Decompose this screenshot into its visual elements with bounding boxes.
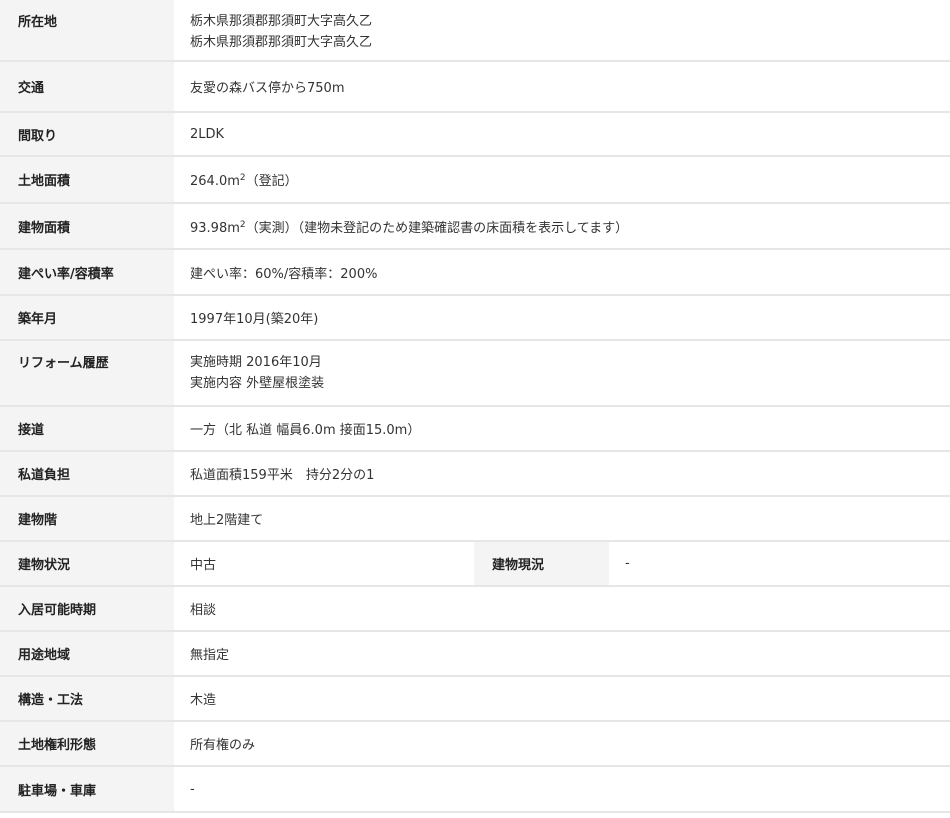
value-land-rights: 所有権のみ bbox=[174, 721, 950, 767]
row-floors: 建物階 地上2階建て bbox=[0, 496, 950, 542]
label-road-access: 接道 bbox=[0, 406, 174, 452]
value-structure: 木造 bbox=[174, 676, 950, 722]
label-floor-plan: 間取り bbox=[0, 112, 174, 157]
renovation-line-1: 実施時期 2016年10月 bbox=[190, 355, 322, 370]
label-building-area: 建物面積 bbox=[0, 203, 174, 250]
row-building-condition: 建物状況 中古 建物現況 - bbox=[0, 541, 950, 587]
value-floor-plan: 2LDK bbox=[174, 112, 950, 157]
label-land-rights: 土地権利形態 bbox=[0, 721, 174, 767]
value-land-area: 264.0m2（登記） bbox=[174, 156, 950, 204]
value-building-area: 93.98m2（実測）（建物未登記のため建築確認書の床面積を表示してます） bbox=[174, 203, 950, 250]
label-location: 所在地 bbox=[0, 0, 174, 62]
land-area-note: （登記） bbox=[245, 174, 298, 189]
building-area-number: 93.98m bbox=[190, 220, 240, 236]
label-coverage-ratio: 建ぺい率/容積率 bbox=[0, 249, 174, 296]
value-building-current-status: - bbox=[609, 541, 950, 587]
row-renovation: リフォーム履歴 実施時期 2016年10月 実施内容 外壁屋根塗装 bbox=[0, 340, 950, 407]
row-move-in: 入居可能時期 相談 bbox=[0, 586, 950, 632]
location-line-2: 栃木県那須郡那須町大字高久乙 bbox=[190, 35, 373, 50]
label-zoning: 用途地域 bbox=[0, 631, 174, 677]
row-built-date: 築年月 1997年10月(築20年) bbox=[0, 295, 950, 341]
row-structure: 構造・工法 木造 bbox=[0, 676, 950, 722]
renovation-line-2: 実施内容 外壁屋根塗装 bbox=[190, 376, 325, 391]
land-area-number: 264.0m bbox=[190, 174, 240, 189]
label-renovation: リフォーム履歴 bbox=[0, 340, 174, 407]
row-zoning: 用途地域 無指定 bbox=[0, 631, 950, 677]
row-land-rights: 土地権利形態 所有権のみ bbox=[0, 721, 950, 767]
property-spec-table: 所在地 栃木県那須郡那須町大字高久乙 栃木県那須郡那須町大字高久乙 交通 友愛の… bbox=[0, 0, 950, 813]
label-building-current-status: 建物現況 bbox=[474, 541, 609, 587]
label-move-in: 入居可能時期 bbox=[0, 586, 174, 632]
row-road-access: 接道 一方（北 私道 幅員6.0m 接面15.0m） bbox=[0, 406, 950, 452]
row-land-area: 土地面積 264.0m2（登記） bbox=[0, 156, 950, 204]
value-parking: - bbox=[174, 766, 950, 813]
row-coverage-ratio: 建ぺい率/容積率 建ぺい率：60%/容積率：200% bbox=[0, 249, 950, 296]
label-parking: 駐車場・車庫 bbox=[0, 766, 174, 813]
label-structure: 構造・工法 bbox=[0, 676, 174, 722]
value-location: 栃木県那須郡那須町大字高久乙 栃木県那須郡那須町大字高久乙 bbox=[174, 0, 950, 62]
location-line-1: 栃木県那須郡那須町大字高久乙 bbox=[190, 14, 373, 29]
label-land-area: 土地面積 bbox=[0, 156, 174, 204]
value-private-road: 私道面積159平米 持分2分の1 bbox=[174, 451, 950, 497]
value-zoning: 無指定 bbox=[174, 631, 950, 677]
row-transport: 交通 友愛の森バス停から750m bbox=[0, 61, 950, 113]
label-built-date: 築年月 bbox=[0, 295, 174, 341]
value-built-date: 1997年10月(築20年) bbox=[174, 295, 950, 341]
value-floors: 地上2階建て bbox=[174, 496, 950, 542]
label-floors: 建物階 bbox=[0, 496, 174, 542]
row-parking: 駐車場・車庫 - bbox=[0, 766, 950, 813]
row-private-road: 私道負担 私道面積159平米 持分2分の1 bbox=[0, 451, 950, 497]
label-building-condition: 建物状況 bbox=[0, 541, 174, 587]
value-road-access: 一方（北 私道 幅員6.0m 接面15.0m） bbox=[174, 406, 950, 452]
value-transport: 友愛の森バス停から750m bbox=[174, 61, 950, 113]
building-area-note: （実測）（建物未登記のため建築確認書の床面積を表示してます） bbox=[245, 220, 629, 236]
row-building-area: 建物面積 93.98m2（実測）（建物未登記のため建築確認書の床面積を表示してま… bbox=[0, 203, 950, 250]
row-location: 所在地 栃木県那須郡那須町大字高久乙 栃木県那須郡那須町大字高久乙 bbox=[0, 0, 950, 62]
value-move-in: 相談 bbox=[174, 586, 950, 632]
value-coverage-ratio: 建ぺい率：60%/容積率：200% bbox=[174, 249, 950, 296]
value-renovation: 実施時期 2016年10月 実施内容 外壁屋根塗装 bbox=[174, 340, 950, 407]
row-floor-plan: 間取り 2LDK bbox=[0, 112, 950, 157]
label-transport: 交通 bbox=[0, 61, 174, 113]
value-building-condition: 中古 bbox=[174, 541, 474, 587]
label-private-road: 私道負担 bbox=[0, 451, 174, 497]
